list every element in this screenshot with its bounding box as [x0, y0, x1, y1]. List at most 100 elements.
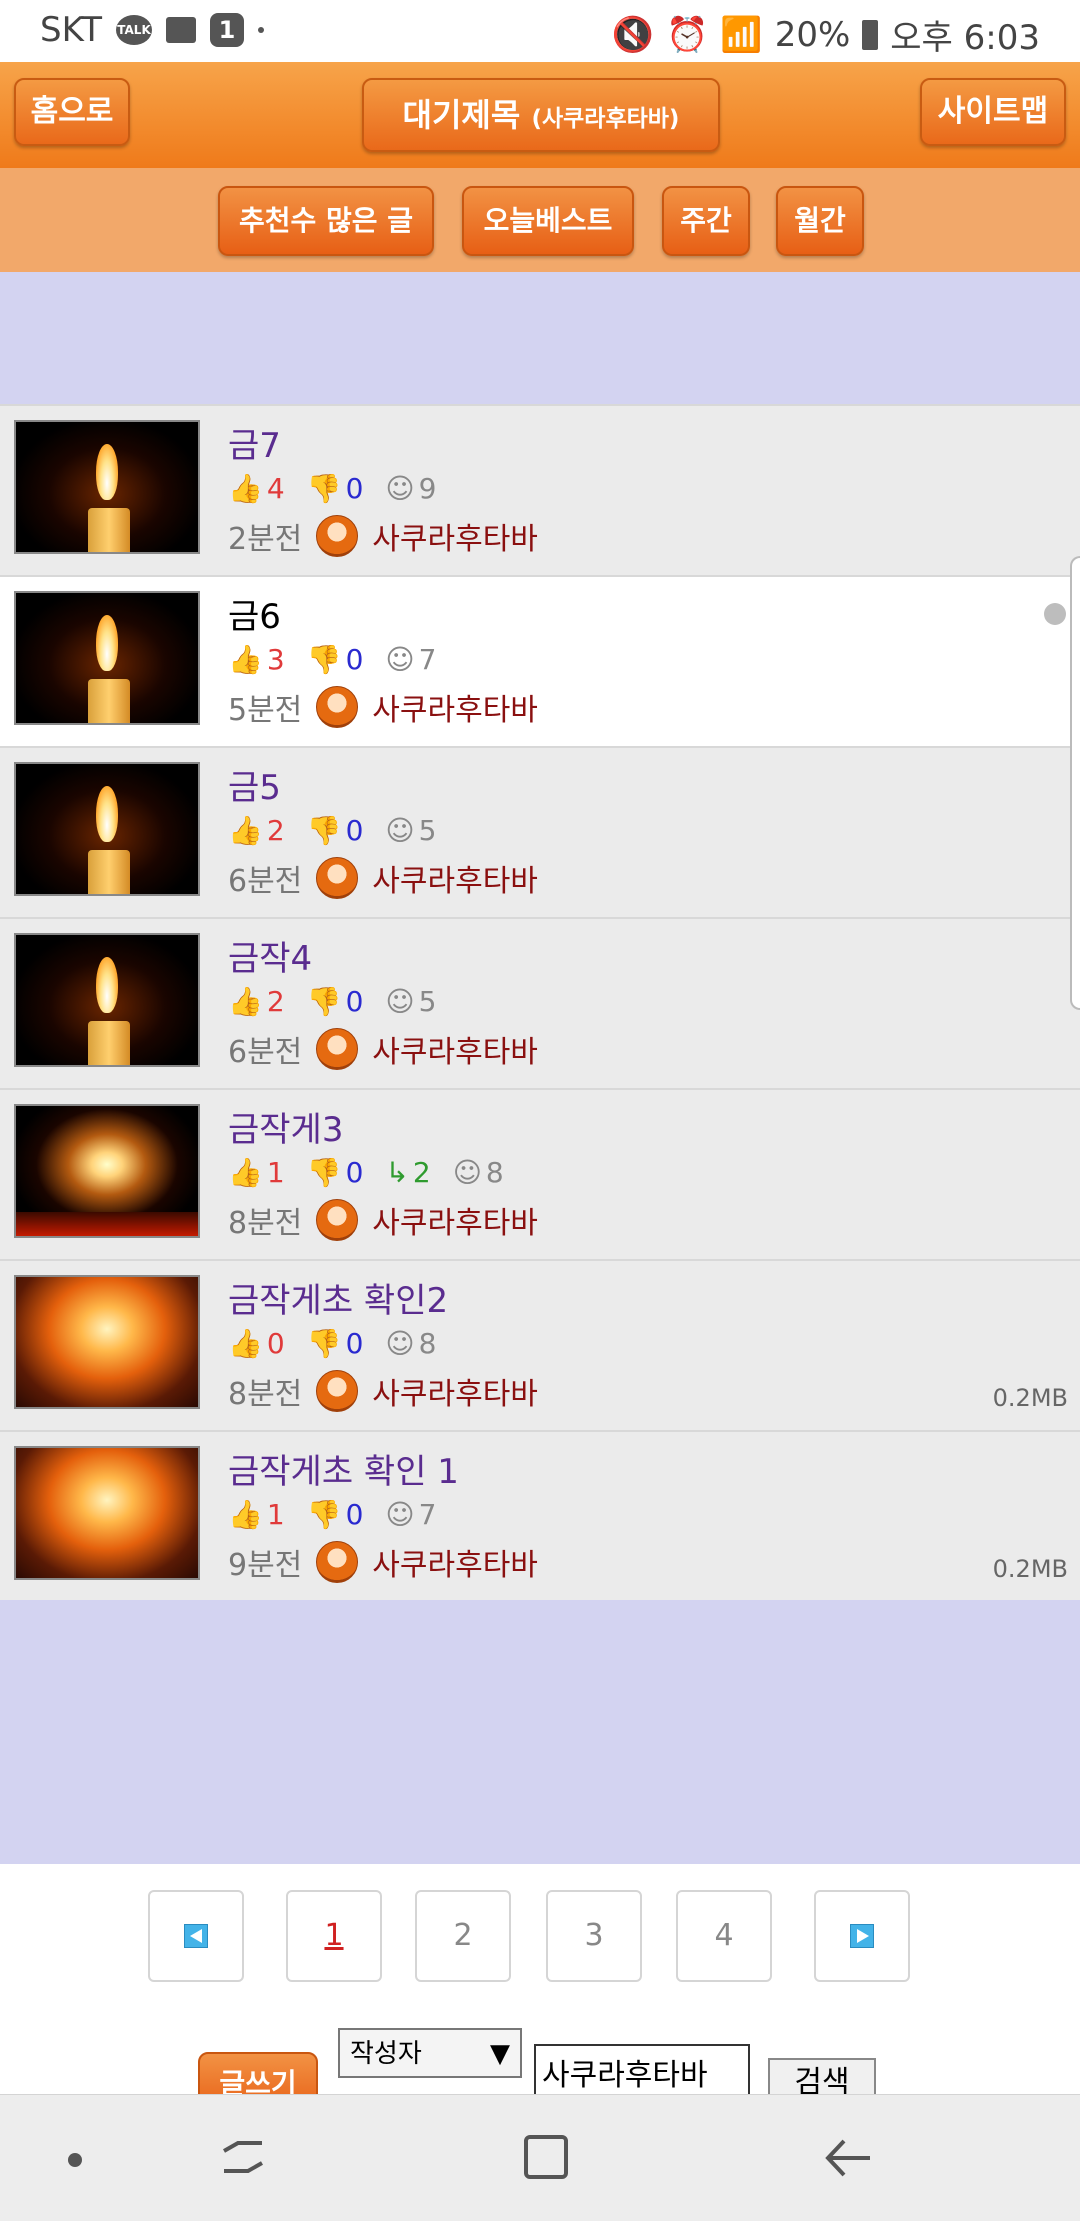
thumbs-up-icon: 👍 [228, 1156, 263, 1189]
header-bar: 홈으로 대기제목 (사쿠라후타바) 사이트맵 [0, 62, 1080, 168]
post-stats: 👍 1 👎 0 ↳ 2 ☺ 8 [228, 1156, 516, 1189]
upvote-count: 2 [266, 814, 285, 847]
monthly-button[interactable]: 월간 [776, 186, 864, 256]
list-item[interactable]: 금작게초 확인 1 👍 1 👎 0 ☺ 7 9분전 사쿠라후타바 0.2MB [0, 1430, 1080, 1603]
thumbnail[interactable] [14, 1104, 200, 1238]
thumbs-up-icon: 👍 [228, 1327, 263, 1360]
next-arrow-icon [850, 1924, 874, 1948]
nav-dot-icon[interactable] [68, 2153, 82, 2167]
prev-page-button[interactable] [148, 1890, 244, 1982]
list-item[interactable]: 금6 👍 3 👎 0 ☺ 7 5분전 사쿠라후타바 [0, 575, 1080, 746]
upvote-count: 1 [266, 1498, 285, 1531]
views-icon: ☺ [452, 1156, 482, 1189]
file-size: 0.2MB [992, 1384, 1068, 1412]
views-icon: ☺ [385, 985, 415, 1018]
thumbnail[interactable] [14, 1446, 200, 1580]
list-item[interactable]: 금작게초 확인2 👍 0 👎 0 ☺ 8 8분전 사쿠라후타바 0.2MB [0, 1259, 1080, 1430]
post-time: 6분전 [228, 864, 303, 899]
view-count: 8 [418, 1327, 437, 1360]
search-field-select[interactable]: 작성자 ▼ [338, 2028, 522, 2078]
carrier-label: SKT [40, 10, 103, 50]
next-page-button[interactable] [814, 1890, 910, 1982]
page-4-button[interactable]: 4 [676, 1890, 772, 1982]
post-title[interactable]: 금작게초 확인2 [228, 1273, 448, 1322]
battery-icon [862, 19, 879, 50]
post-meta: 6분전 사쿠라후타바 [228, 856, 538, 900]
author-name[interactable]: 사쿠라후타바 [372, 1369, 538, 1413]
downvote-count: 0 [345, 1327, 364, 1360]
sitemap-button[interactable]: 사이트맵 [920, 78, 1066, 146]
post-title[interactable]: 금7 [228, 418, 281, 467]
list-item[interactable]: 금5 👍 2 👎 0 ☺ 5 6분전 사쿠라후타바 [0, 746, 1080, 917]
page-1-button[interactable]: 1 [286, 1890, 382, 1982]
kakaotalk-icon: TALK [116, 15, 153, 45]
post-title[interactable]: 금작4 [228, 931, 312, 980]
author-name[interactable]: 사쿠라후타바 [372, 1027, 538, 1071]
thumbnail[interactable] [14, 762, 200, 896]
view-count: 9 [418, 472, 437, 505]
upvote-count: 2 [266, 985, 285, 1018]
views-icon: ☺ [385, 814, 415, 847]
thumbs-down-icon: 👎 [306, 1498, 342, 1531]
thumbnail[interactable] [14, 1275, 200, 1409]
system-nav-bar [0, 2094, 1080, 2221]
author-name[interactable]: 사쿠라후타바 [372, 1540, 538, 1584]
thumbnail[interactable] [14, 591, 200, 725]
board-title: 대기제목 [402, 96, 521, 134]
recent-apps-icon[interactable] [218, 2137, 268, 2177]
post-stats: 👍 3 👎 0 ☺ 7 [228, 643, 448, 676]
author-name[interactable]: 사쿠라후타바 [372, 1198, 538, 1242]
post-meta: 2분전 사쿠라후타바 [228, 514, 538, 558]
thumbs-up-icon: 👍 [228, 472, 263, 505]
post-meta: 9분전 사쿠라후타바 [228, 1540, 538, 1584]
most-recommended-button[interactable]: 추천수 많은 글 [218, 186, 434, 256]
scrollbar[interactable] [1070, 556, 1080, 1010]
ad-banner-area [0, 272, 1080, 404]
thumbs-down-icon: 👎 [306, 1327, 342, 1360]
prev-arrow-icon [184, 1924, 208, 1948]
thumbnail[interactable] [14, 420, 200, 554]
thumbs-up-icon: 👍 [228, 814, 263, 847]
avatar [316, 1028, 359, 1070]
upvote-count: 4 [266, 472, 285, 505]
list-item[interactable]: 금작4 👍 2 👎 0 ☺ 5 6분전 사쿠라후타바 [0, 917, 1080, 1088]
list-item[interactable]: 금작게3 👍 1 👎 0 ↳ 2 ☺ 8 8분전 사쿠라후타바 [0, 1088, 1080, 1259]
downvote-count: 0 [345, 1156, 364, 1189]
post-title[interactable]: 금작게3 [228, 1102, 343, 1151]
search-input[interactable]: 사쿠라후타바 [534, 2044, 750, 2100]
post-title[interactable]: 금6 [228, 589, 281, 638]
list-item[interactable]: 금7 👍 4 👎 0 ☺ 9 2분전 사쿠라후타바 [0, 404, 1080, 575]
post-stats: 👍 1 👎 0 ☺ 7 [228, 1498, 448, 1531]
avatar [316, 1370, 359, 1412]
scroll-indicator [1044, 603, 1066, 625]
back-icon[interactable] [822, 2135, 874, 2181]
page-3-button[interactable]: 3 [546, 1890, 642, 1982]
search-field-value: 작성자 [350, 2039, 422, 2069]
post-stats: 👍 0 👎 0 ☺ 8 [228, 1327, 448, 1360]
thumbs-down-icon: 👎 [306, 1156, 342, 1189]
downvote-count: 0 [345, 1498, 364, 1531]
views-icon: ☺ [385, 1327, 415, 1360]
page-2-button[interactable]: 2 [415, 1890, 511, 1982]
author-name[interactable]: 사쿠라후타바 [372, 685, 538, 729]
today-best-button[interactable]: 오늘베스트 [462, 186, 634, 256]
upvote-count: 1 [266, 1156, 285, 1189]
upvote-count: 0 [266, 1327, 285, 1360]
board-title-button[interactable]: 대기제목 (사쿠라후타바) [362, 78, 720, 152]
views-icon: ☺ [385, 643, 415, 676]
more-notifications-icon [258, 27, 265, 33]
post-stats: 👍 2 👎 0 ☺ 5 [228, 985, 448, 1018]
post-title[interactable]: 금작게초 확인 1 [228, 1444, 459, 1493]
views-icon: ☺ [385, 472, 415, 505]
thumbs-up-icon: 👍 [228, 1498, 263, 1531]
view-count: 5 [418, 985, 437, 1018]
notification-count-icon: 1 [210, 13, 245, 47]
downvote-count: 0 [345, 985, 364, 1018]
author-name[interactable]: 사쿠라후타바 [372, 856, 538, 900]
weekly-button[interactable]: 주간 [662, 186, 750, 256]
thumbnail[interactable] [14, 933, 200, 1067]
home-button[interactable]: 홈으로 [14, 78, 130, 146]
post-title[interactable]: 금5 [228, 760, 281, 809]
home-nav-icon[interactable] [524, 2135, 568, 2179]
author-name[interactable]: 사쿠라후타바 [372, 514, 538, 558]
